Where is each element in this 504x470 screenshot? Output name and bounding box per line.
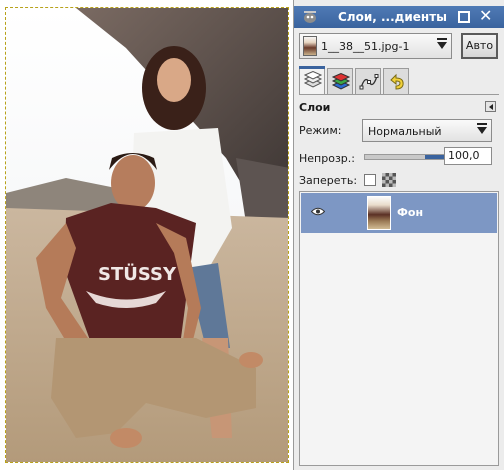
- mode-label: Режим:: [299, 124, 342, 137]
- svg-text:STÜSSY: STÜSSY: [98, 263, 177, 285]
- layer-row[interactable]: Фон: [301, 193, 497, 233]
- opacity-label: Непрозр.:: [299, 152, 355, 165]
- layers-dock: Слои, ...диенты ✕ 1__38__51.jpg-1 Авто С…: [293, 0, 504, 470]
- undo-tab-icon: [390, 73, 404, 90]
- layers-list[interactable]: Фон: [299, 191, 499, 466]
- channels-tab-icon: [331, 73, 351, 90]
- active-tab-indicator: [299, 66, 325, 69]
- dock-titlebar[interactable]: Слои, ...диенты ✕: [294, 6, 504, 28]
- image-canvas[interactable]: STÜSSY: [0, 0, 293, 470]
- lock-checkbox[interactable]: [364, 174, 376, 186]
- paths-tab-icon: [359, 74, 379, 90]
- gimp-logo-icon: [304, 11, 316, 23]
- tab-paths[interactable]: [355, 68, 381, 94]
- opacity-field[interactable]: 100,0: [444, 147, 492, 165]
- tab-layers[interactable]: [299, 66, 325, 94]
- photo: STÜSSY: [6, 8, 288, 462]
- image-selector-label: 1__38__51.jpg-1: [321, 40, 410, 53]
- mode-value: Нормальный: [368, 125, 442, 138]
- dropdown-arrow-icon: [437, 38, 447, 49]
- layer-thumbnail: [367, 196, 391, 230]
- layers-panel-title: Слои: [299, 101, 331, 114]
- maximize-icon[interactable]: [458, 11, 470, 23]
- dropdown-arrow-icon: [477, 123, 487, 134]
- layer-name[interactable]: Фон: [397, 206, 423, 219]
- lock-alpha-icon: [382, 173, 396, 187]
- lock-label: Запереть:: [299, 174, 358, 187]
- tabs-divider: [299, 94, 499, 95]
- layers-tab-icon: [303, 71, 323, 88]
- dock-tabs: [299, 66, 499, 96]
- eye-icon[interactable]: [311, 207, 325, 216]
- image-selector[interactable]: 1__38__51.jpg-1: [299, 33, 452, 59]
- gimp-window: STÜSSY Слои, ...диенты ✕ 1__38__51.jpg-1…: [0, 0, 504, 470]
- image-thumbnail: [303, 36, 317, 56]
- panel-menu-icon[interactable]: [485, 101, 496, 112]
- image-boundary: STÜSSY: [5, 7, 289, 463]
- auto-button[interactable]: Авто: [461, 33, 498, 59]
- tab-undo-history[interactable]: [383, 68, 409, 94]
- dock-title: Слои, ...диенты: [338, 10, 447, 24]
- opacity-slider[interactable]: [364, 154, 447, 160]
- mode-select[interactable]: Нормальный: [362, 119, 492, 142]
- close-icon[interactable]: ✕: [479, 8, 492, 24]
- tab-channels[interactable]: [327, 68, 353, 94]
- image-selector-row: 1__38__51.jpg-1 Авто: [299, 33, 499, 61]
